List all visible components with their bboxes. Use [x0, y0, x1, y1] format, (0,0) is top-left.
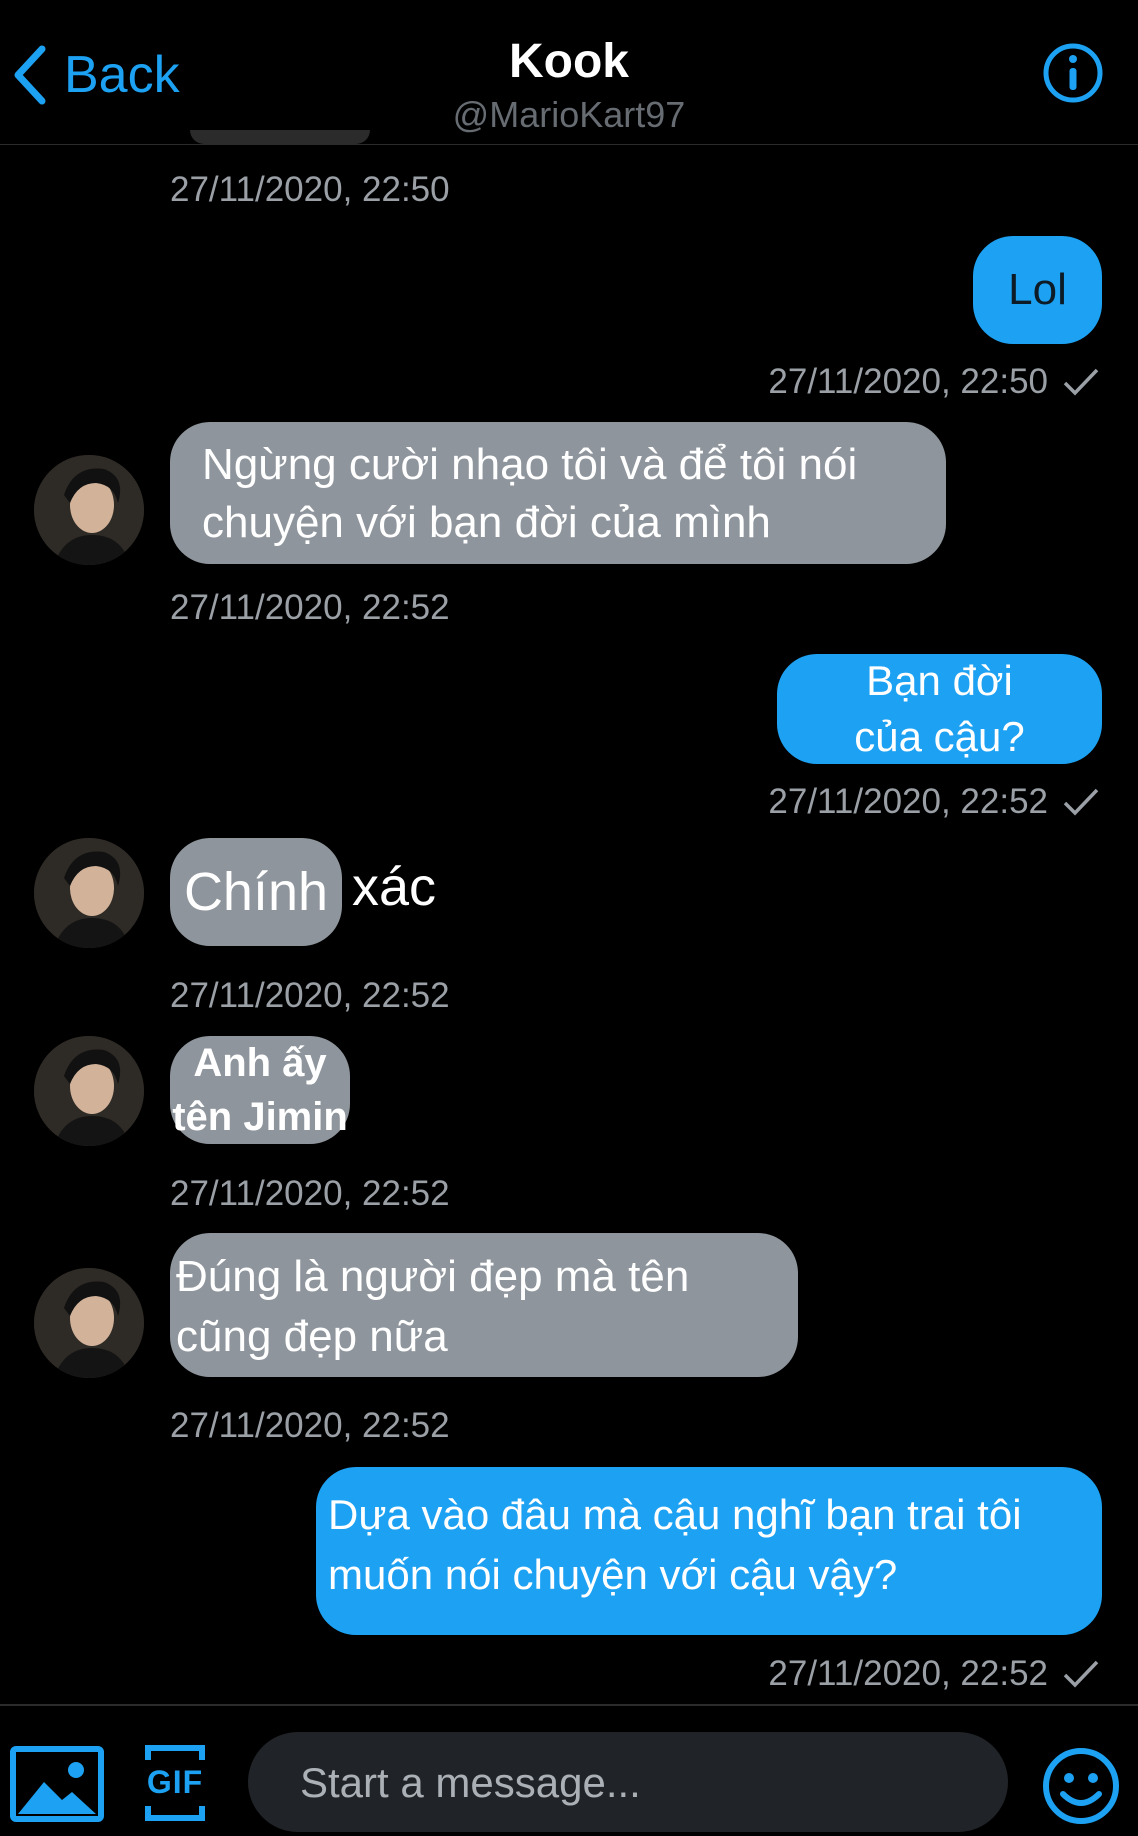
message-text: Chính	[183, 862, 329, 922]
avatar[interactable]	[34, 838, 144, 948]
message-composer[interactable]	[248, 1732, 1008, 1834]
checkmark-icon	[1063, 1660, 1099, 1688]
message-timestamp: 27/11/2020, 22:52	[768, 1654, 1048, 1693]
avatar-photo-icon	[34, 838, 144, 948]
message-timestamp-row: 27/11/2020, 22:50	[768, 362, 1100, 402]
incoming-message-bubble[interactable]: Đúng là người đẹp mà tên cũng đẹp nữa	[170, 1233, 798, 1377]
outgoing-message-bubble[interactable]: Dựa vào đâu mà cậu nghĩ bạn trai tôi muố…	[316, 1467, 1102, 1635]
message-timestamp-row: 27/11/2020, 22:52	[768, 782, 1100, 822]
incoming-message-bubble[interactable]: Anh ấy tên Jimin	[170, 1036, 350, 1144]
composer-divider	[0, 1704, 1138, 1706]
gif-icon[interactable]: GIF	[144, 1744, 206, 1822]
outgoing-message-bubble[interactable]: Lol	[973, 236, 1102, 344]
message-timestamp: 27/11/2020, 22:52	[768, 782, 1048, 821]
message-text-line: Bạn đời	[866, 657, 1013, 704]
message-text-line: muốn nói chuyện với cậu vậy?	[328, 1551, 898, 1598]
message-text-line: của cậu?	[854, 713, 1025, 760]
message-text-line: cũng đẹp nữa	[176, 1312, 448, 1361]
message-timestamp: 27/11/2020, 22:50	[768, 362, 1048, 401]
message-bubble-partial	[190, 130, 370, 144]
conversation-title: Kook	[509, 35, 629, 88]
message-timestamp-row: 27/11/2020, 22:52	[768, 1654, 1100, 1694]
message-timestamp: 27/11/2020, 22:50	[170, 170, 450, 209]
incoming-message-bubble[interactable]: Chính	[170, 838, 342, 946]
avatar[interactable]	[34, 1268, 144, 1378]
message-text-line: Ngừng cười nhạo tôi và để tôi nói	[202, 440, 858, 489]
conversation-header: Back Kook @MarioKart97	[0, 0, 1138, 145]
avatar[interactable]	[34, 1036, 144, 1146]
conversation-handle: @MarioKart97	[452, 94, 686, 135]
message-timestamp: 27/11/2020, 22:52	[170, 588, 450, 627]
checkmark-icon	[1063, 788, 1099, 816]
avatar-photo-icon	[34, 1036, 144, 1146]
emoji-icon[interactable]	[1041, 1746, 1121, 1826]
info-icon[interactable]	[1042, 42, 1104, 104]
message-text-line: chuyện với bạn đời của mình	[202, 498, 771, 547]
message-input[interactable]	[298, 1732, 982, 1834]
message-text-line: Dựa vào đâu mà cậu nghĩ bạn trai tôi	[328, 1491, 1022, 1538]
message-text: Lol	[1008, 265, 1067, 314]
gif-label: GIF	[146, 1764, 204, 1800]
message-timestamp: 27/11/2020, 22:52	[170, 1174, 450, 1213]
outgoing-message-bubble[interactable]: Bạn đời của cậu?	[777, 654, 1102, 764]
incoming-message-bubble[interactable]: Ngừng cười nhạo tôi và để tôi nói chuyện…	[170, 422, 946, 564]
avatar-photo-icon	[34, 1268, 144, 1378]
message-timestamp: 27/11/2020, 22:52	[170, 1406, 450, 1445]
message-text-line: tên Jimin	[172, 1095, 348, 1139]
message-text-line: Đúng là người đẹp mà tên	[176, 1252, 690, 1301]
avatar[interactable]	[34, 455, 144, 565]
message-text-overflow: xác	[352, 857, 437, 917]
message-text-line: Anh ấy	[193, 1041, 327, 1085]
avatar-photo-icon	[34, 455, 144, 565]
checkmark-icon	[1063, 368, 1099, 396]
image-icon[interactable]	[10, 1746, 104, 1822]
message-timestamp: 27/11/2020, 22:52	[170, 976, 450, 1015]
